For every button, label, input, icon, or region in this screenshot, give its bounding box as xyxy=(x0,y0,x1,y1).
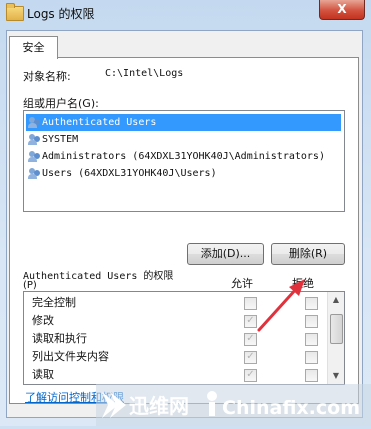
list-item-label: Authenticated Users xyxy=(42,117,157,128)
allow-checkbox-read[interactable]: ✓ xyxy=(244,369,257,382)
group-users-label: 组或用户名(G): xyxy=(23,97,99,110)
watermark-logo: 迅维网 Chinafix.com xyxy=(96,384,371,426)
svg-text:Chinafix.com: Chinafix.com xyxy=(222,397,360,419)
permission-row-modify: 修改 xyxy=(32,312,54,329)
list-item-label: Administrators (64XDXL31YOHK40J\Administ… xyxy=(42,151,325,162)
permission-row-list-folder: 列出文件夹内容 xyxy=(32,348,109,365)
allow-header: 允许 xyxy=(231,277,253,290)
list-item-system[interactable]: SYSTEM xyxy=(26,131,341,148)
users-icon xyxy=(28,133,41,146)
svg-text:迅维网: 迅维网 xyxy=(129,394,189,418)
users-icon xyxy=(28,167,41,180)
deny-checkbox-list-folder[interactable] xyxy=(305,351,318,364)
permission-label: 列出文件夹内容 xyxy=(32,350,109,363)
permission-row-read-execute: 读取和执行 xyxy=(32,330,87,347)
permissions-title-shortcut: (P) xyxy=(23,280,37,291)
remove-button[interactable]: 删除(R) xyxy=(271,243,345,265)
deny-checkbox-read[interactable] xyxy=(305,369,318,382)
add-button[interactable]: 添加(D)... xyxy=(187,243,264,265)
users-icon xyxy=(28,116,41,129)
dialog-client: 安全 对象名称: C:\Intel\Logs 组或用户名(G): Authent… xyxy=(6,30,363,418)
group-users-list[interactable]: Authenticated Users SYSTEM Administrator… xyxy=(23,110,345,212)
title-bar[interactable]: Logs 的权限 X xyxy=(0,0,371,28)
object-name-value: C:\Intel\Logs xyxy=(105,68,184,79)
users-icon xyxy=(28,150,41,163)
folder-icon xyxy=(6,3,24,21)
scroll-up-icon[interactable]: ▲ xyxy=(328,292,344,308)
permission-label: 读取和执行 xyxy=(32,332,87,345)
permissions-scrollbar[interactable]: ▲ ▼ xyxy=(327,292,344,384)
close-button[interactable]: X xyxy=(319,0,365,20)
tab-security[interactable]: 安全 xyxy=(9,36,58,59)
list-item-users[interactable]: Users (64XDXL31YOHK40J\Users) xyxy=(26,165,341,182)
watermark-banner: 迅维网 Chinafix.com xyxy=(96,384,371,426)
list-item-administrators[interactable]: Administrators (64XDXL31YOHK40J\Administ… xyxy=(26,148,341,165)
red-arrow-annotation xyxy=(257,279,305,332)
list-item-label: Users (64XDXL31YOHK40J\Users) xyxy=(42,168,217,179)
window-frame: Logs 的权限 X 安全 对象名称: C:\Intel\Logs 组或用户名(… xyxy=(0,0,371,426)
permission-label: 完全控制 xyxy=(32,296,76,309)
permission-row-full-control: 完全控制 xyxy=(32,294,76,311)
window-title: Logs 的权限 xyxy=(27,7,95,21)
object-name-label: 对象名称: xyxy=(23,70,71,83)
security-panel: 对象名称: C:\Intel\Logs 组或用户名(G): Authentica… xyxy=(9,57,359,404)
permissions-title: Authenticated Users 的权限 xyxy=(23,271,174,282)
scroll-down-icon[interactable]: ▼ xyxy=(328,368,344,384)
allow-checkbox-list-folder[interactable]: ✓ xyxy=(244,351,257,364)
permission-row-read: 读取 xyxy=(32,366,54,383)
list-item-authenticated-users[interactable]: Authenticated Users xyxy=(26,114,341,131)
list-item-label: SYSTEM xyxy=(42,134,79,145)
permission-label: 修改 xyxy=(32,314,54,327)
permission-label: 读取 xyxy=(32,368,54,381)
scroll-thumb[interactable] xyxy=(330,314,343,344)
